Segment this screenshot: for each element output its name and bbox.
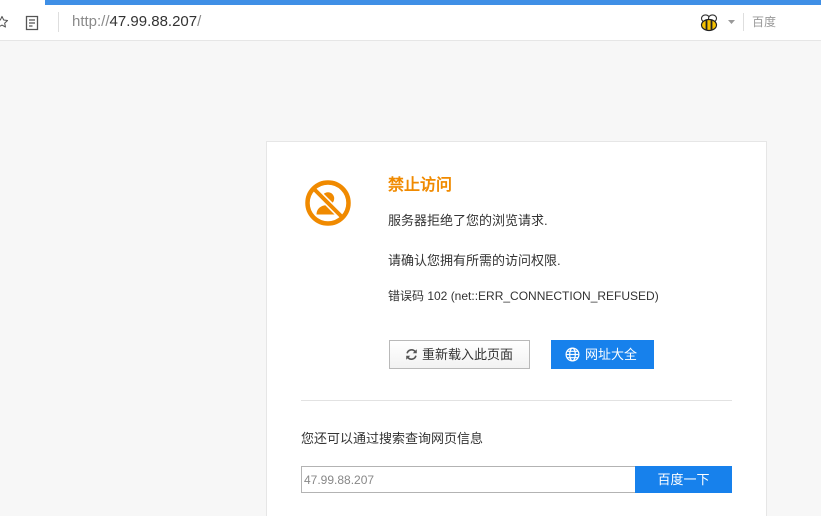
dropdown-arrow-icon[interactable] [727, 18, 736, 26]
toolbar-search-input[interactable] [748, 12, 818, 32]
star-icon[interactable] [0, 15, 9, 29]
browser-toolbar: http://47.99.88.207/ [0, 0, 821, 41]
url-text: http://47.99.88.207/ [72, 12, 201, 32]
reload-button-label: 重新载入此页面 [422, 347, 514, 362]
directory-button[interactable]: 网址大全 [551, 340, 654, 369]
error-message: 服务器拒绝了您的浏览请求. [388, 213, 548, 228]
bee-icon[interactable] [699, 13, 719, 32]
url-host: 47.99.88.207 [109, 13, 198, 30]
reader-mode-icon[interactable] [25, 15, 39, 31]
directory-button-label: 网址大全 [585, 347, 638, 362]
error-hint: 请确认您拥有所需的访问权限. [388, 253, 561, 268]
error-title: 禁止访问 [388, 177, 453, 194]
error-code: 错误码 102 (net::ERR_CONNECTION_REFUSED) [388, 289, 659, 303]
search-button[interactable]: 百度一下 [635, 466, 732, 493]
search-input[interactable] [301, 466, 635, 493]
forbidden-icon [305, 180, 351, 226]
globe-icon [565, 347, 580, 362]
url-scheme: http:// [72, 13, 110, 30]
refresh-icon [405, 348, 418, 361]
url-path: / [197, 13, 202, 30]
toolbar-divider [58, 12, 59, 32]
error-card: 禁止访问 服务器拒绝了您的浏览请求. 请确认您拥有所需的访问权限. 错误码 10… [266, 141, 767, 516]
address-bar[interactable]: http://47.99.88.207/ [66, 9, 686, 35]
toolbar-divider [743, 13, 744, 31]
tab-accent-bar [45, 0, 821, 5]
reload-button[interactable]: 重新载入此页面 [389, 340, 530, 369]
section-divider [301, 400, 732, 401]
search-prompt: 您还可以通过搜索查询网页信息 [301, 431, 484, 446]
